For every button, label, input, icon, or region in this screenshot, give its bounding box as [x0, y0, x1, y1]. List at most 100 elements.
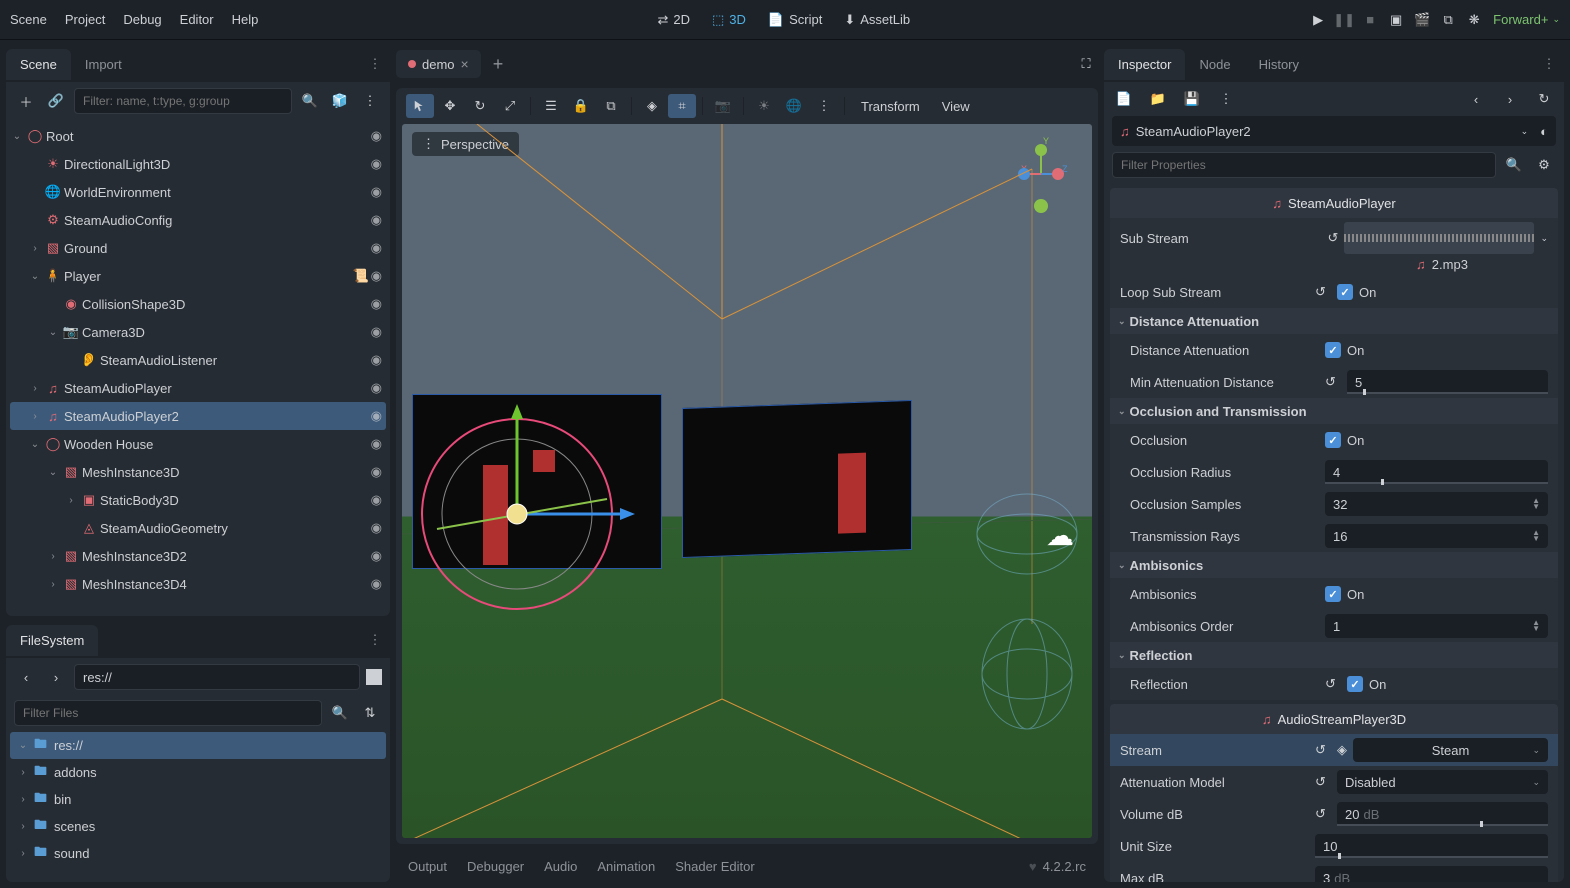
fs-forward-button[interactable]: ›: [44, 665, 68, 689]
tree-row[interactable]: ⌄◯Root◉: [10, 122, 386, 150]
menu-project[interactable]: Project: [65, 12, 105, 27]
fs-row[interactable]: ›🖿scenes: [10, 813, 386, 840]
movie-button[interactable]: 🎬: [1413, 11, 1431, 29]
insp-dock-menu-icon[interactable]: ⋮: [1534, 56, 1564, 72]
reset-icon[interactable]: ↺: [1328, 230, 1339, 246]
expand-toggle[interactable]: ›: [28, 243, 42, 254]
fs-path-input[interactable]: res://: [74, 664, 360, 690]
scene-extra-button[interactable]: 🧊: [328, 89, 352, 113]
mode-script[interactable]: 📄 Script: [760, 8, 830, 32]
add-scene-tab-button[interactable]: +: [485, 54, 512, 75]
reset-icon[interactable]: ↺: [1315, 774, 1331, 790]
fs-search-icon[interactable]: 🔍: [328, 701, 352, 725]
reset-icon[interactable]: ↺: [1325, 676, 1341, 692]
close-tab-button[interactable]: ×: [461, 56, 469, 72]
tree-row[interactable]: ⚙SteamAudioConfig◉: [10, 206, 386, 234]
tab-filesystem[interactable]: FileSystem: [6, 625, 98, 656]
expand-toggle[interactable]: ⌄: [16, 740, 30, 751]
bottom-tab-debugger[interactable]: Debugger: [467, 859, 524, 874]
tree-row[interactable]: ›▧MeshInstance3D4◉: [10, 570, 386, 598]
script-warning-icon[interactable]: 📜: [353, 268, 367, 284]
snap-tool[interactable]: ⌗: [668, 94, 696, 118]
reset-icon[interactable]: ↺: [1315, 284, 1331, 300]
menu-help[interactable]: Help: [232, 12, 259, 27]
section-reflection[interactable]: ⌄ Reflection: [1110, 642, 1558, 668]
rotate-tool[interactable]: ↻: [466, 94, 494, 118]
expand-toggle[interactable]: ›: [28, 411, 42, 422]
loop-checkbox[interactable]: [1337, 284, 1353, 300]
amb-order-spinbox[interactable]: 1 ▲▼: [1325, 614, 1548, 638]
list-select-tool[interactable]: ☰: [537, 94, 565, 118]
expand-toggle[interactable]: ⌄: [46, 467, 60, 478]
tree-row[interactable]: ☀DirectionalLight3D◉: [10, 150, 386, 178]
class-header-steamaudioplayer[interactable]: ♫ SteamAudioPlayer: [1110, 188, 1558, 218]
tab-history[interactable]: History: [1245, 49, 1313, 80]
visibility-toggle-icon[interactable]: ◉: [371, 408, 382, 424]
fs-row[interactable]: ›🖿addons: [10, 759, 386, 786]
sun-tool[interactable]: ☀: [750, 94, 778, 118]
play-custom-button[interactable]: ❋: [1465, 11, 1483, 29]
add-node-button[interactable]: ＋: [14, 89, 38, 113]
visibility-toggle-icon[interactable]: ◉: [371, 548, 382, 564]
fs-view-mode-button[interactable]: [366, 669, 382, 685]
section-ambisonics[interactable]: ⌄ Ambisonics: [1110, 552, 1558, 578]
render-mode-dropdown[interactable]: Forward+ ⌄: [1493, 12, 1560, 27]
insp-history-fwd[interactable]: ›: [1498, 87, 1522, 111]
min-atten-spinbox[interactable]: 5: [1347, 370, 1548, 394]
insp-history-menu[interactable]: ↻: [1532, 87, 1556, 111]
play-scene-button[interactable]: ⧉: [1439, 11, 1457, 29]
tab-import[interactable]: Import: [71, 49, 136, 80]
insp-search-icon[interactable]: 🔍: [1502, 153, 1526, 177]
dock-menu-icon[interactable]: ⋮: [360, 56, 390, 72]
expand-toggle[interactable]: ⌄: [10, 131, 24, 142]
visibility-toggle-icon[interactable]: ◉: [371, 324, 382, 340]
fs-row[interactable]: ›🖿sound: [10, 840, 386, 867]
expand-toggle[interactable]: ›: [28, 383, 42, 394]
expand-toggle[interactable]: ›: [16, 848, 30, 859]
scale-tool[interactable]: ⤢: [496, 94, 524, 118]
expand-toggle[interactable]: ›: [46, 551, 60, 562]
stream-dropdown[interactable]: Steam ⌄: [1353, 738, 1548, 762]
fs-tree[interactable]: ⌄🖿res://›🖿addons›🖿bin›🖿scenes›🖿sound: [6, 730, 390, 882]
visibility-toggle-icon[interactable]: ◉: [371, 156, 382, 172]
pause-button[interactable]: ❚❚: [1335, 11, 1353, 29]
menu-editor[interactable]: Editor: [180, 12, 214, 27]
expand-toggle[interactable]: ⌄: [28, 439, 42, 450]
atten-model-dropdown[interactable]: Disabled ⌄: [1337, 770, 1548, 794]
bottom-tab-animation[interactable]: Animation: [597, 859, 655, 874]
visibility-toggle-icon[interactable]: ◉: [371, 464, 382, 480]
tree-row[interactable]: ›♫SteamAudioPlayer◉: [10, 374, 386, 402]
fs-filter-input[interactable]: [14, 700, 322, 726]
expand-toggle[interactable]: ›: [16, 821, 30, 832]
tab-inspector[interactable]: Inspector: [1104, 49, 1185, 80]
env-tool[interactable]: 🌐: [780, 94, 808, 118]
visibility-toggle-icon[interactable]: ◉: [371, 436, 382, 452]
scene-tab-demo[interactable]: demo ×: [396, 50, 481, 78]
occ-samples-spinbox[interactable]: 32 ▲▼: [1325, 492, 1548, 516]
visibility-toggle-icon[interactable]: ◉: [371, 380, 382, 396]
tree-row[interactable]: ⌄◯Wooden House◉: [10, 430, 386, 458]
play-button[interactable]: ▶: [1309, 11, 1327, 29]
view-menu[interactable]: View: [932, 95, 980, 118]
unique-name-icon[interactable]: ◐: [1540, 124, 1548, 139]
fs-back-button[interactable]: ‹: [14, 665, 38, 689]
bottom-tab-shader[interactable]: Shader Editor: [675, 859, 755, 874]
expand-toggle[interactable]: ›: [16, 767, 30, 778]
visibility-toggle-icon[interactable]: ◉: [371, 576, 382, 592]
distance-atten-checkbox[interactable]: [1325, 342, 1341, 358]
inspected-node-field[interactable]: ♫ SteamAudioPlayer2 ⌄ ◐: [1112, 116, 1556, 146]
class-header-audiostreamplayer3d[interactable]: ♫ AudioStreamPlayer3D: [1110, 704, 1558, 734]
tree-row[interactable]: 👂SteamAudioListener◉: [10, 346, 386, 374]
menu-scene[interactable]: Scene: [10, 12, 47, 27]
section-distance-attenuation[interactable]: ⌄ Distance Attenuation: [1110, 308, 1558, 334]
insp-new-button[interactable]: 📄: [1112, 87, 1136, 111]
instance-scene-button[interactable]: 🔗: [44, 89, 68, 113]
expand-toggle[interactable]: ⌄: [46, 327, 60, 338]
tree-row[interactable]: ⌄▧MeshInstance3D◉: [10, 458, 386, 486]
tab-node[interactable]: Node: [1185, 49, 1244, 80]
search-icon[interactable]: 🔍: [298, 89, 322, 113]
tree-row[interactable]: ›▧Ground◉: [10, 234, 386, 262]
scene-menu-icon[interactable]: ⋮: [358, 89, 382, 113]
fs-dock-menu-icon[interactable]: ⋮: [360, 632, 390, 648]
visibility-toggle-icon[interactable]: ◉: [371, 492, 382, 508]
